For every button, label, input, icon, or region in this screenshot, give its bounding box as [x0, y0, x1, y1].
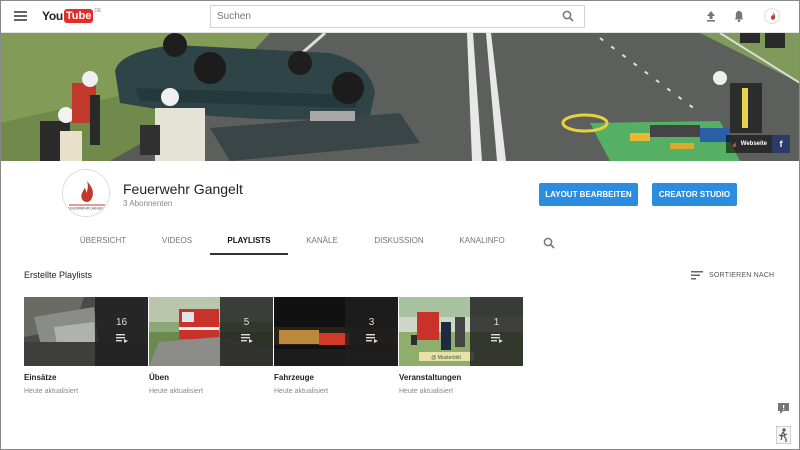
- video-count: 3: [368, 317, 375, 328]
- search-box: [210, 5, 585, 28]
- tab-playlists[interactable]: PLAYLISTS: [210, 229, 288, 255]
- svg-text:@ Musterbild: @ Musterbild: [431, 355, 461, 361]
- channel-logo-icon: FEUERWEHR GANGELT: [63, 170, 109, 216]
- channel-avatar[interactable]: FEUERWEHR GANGELT: [62, 169, 110, 217]
- playlists-section: Erstellte Playlists SORTIEREN NACH 16 Ei…: [0, 255, 800, 450]
- playlist-icon: [491, 334, 503, 343]
- channel-header: FEUERWEHR GANGELT Feuerwehr Gangelt 3 Ab…: [0, 161, 800, 255]
- video-count: 1: [493, 317, 500, 328]
- facebook-glyph: f: [779, 139, 783, 149]
- playlist-thumbnail[interactable]: 3: [274, 297, 398, 366]
- video-count: 5: [243, 317, 250, 328]
- banner-links: Webseite f: [725, 135, 790, 153]
- section-title: Erstellte Playlists: [24, 270, 93, 280]
- playlist-overlay: 5: [220, 297, 273, 366]
- layout-edit-button[interactable]: LAYOUT BEARBEITEN: [539, 183, 638, 206]
- playlist-overlay: 3: [345, 297, 398, 366]
- website-link-label: Webseite: [740, 141, 767, 147]
- playlist-title[interactable]: Veranstaltungen: [399, 373, 461, 382]
- tab-videos[interactable]: VIDEOS: [150, 229, 204, 255]
- playlist-title[interactable]: Einsätze: [24, 373, 56, 382]
- playlist-overlay: 16: [95, 297, 148, 366]
- playlist-thumbnail[interactable]: @ Musterbild 1: [399, 297, 523, 366]
- playlist-updated: Heute aktualisiert: [399, 388, 454, 395]
- logo-region: DE: [94, 8, 102, 14]
- banner-image: [0, 33, 800, 161]
- search-icon[interactable]: [562, 10, 574, 22]
- tab-kanalinfo[interactable]: KANALINFO: [450, 229, 514, 255]
- logo-text: You: [42, 9, 63, 23]
- creator-studio-button[interactable]: CREATOR STUDIO: [652, 183, 737, 206]
- playlist-updated: Heute aktualisiert: [149, 388, 204, 395]
- sort-button[interactable]: SORTIEREN NACH: [691, 268, 774, 282]
- menu-icon[interactable]: [14, 11, 27, 21]
- feedback-icon[interactable]: [777, 402, 790, 415]
- subscriber-count: 3 Abonnenten: [123, 199, 173, 208]
- playlist-icon: [366, 334, 378, 343]
- playlist-overlay: 1: [470, 297, 523, 366]
- playlist-thumbnail[interactable]: 16: [24, 297, 148, 366]
- video-count: 16: [115, 317, 128, 328]
- sort-label: SORTIEREN NACH: [709, 271, 775, 279]
- playlist-title[interactable]: Fahrzeuge: [274, 373, 314, 382]
- logo-tube: Tube: [63, 9, 94, 23]
- website-favicon-icon: [732, 140, 736, 147]
- channel-name[interactable]: Feuerwehr Gangelt: [123, 181, 243, 197]
- top-bar: You Tube DE: [0, 0, 800, 33]
- account-avatar[interactable]: [764, 8, 780, 24]
- channel-banner: Webseite f: [0, 33, 800, 161]
- search-input[interactable]: [211, 6, 551, 27]
- tab-diskussion[interactable]: DISKUSSION: [364, 229, 434, 255]
- tab-kanaele[interactable]: KANÄLE: [296, 229, 348, 255]
- bell-icon[interactable]: [732, 9, 746, 23]
- channel-tabs: ÜBERSICHT VIDEOS PLAYLISTS KANÄLE DISKUS…: [0, 229, 800, 255]
- website-link[interactable]: Webseite: [726, 135, 772, 153]
- playlist-icon: [241, 334, 253, 343]
- playlist-updated: Heute aktualisiert: [274, 388, 329, 395]
- playlist-title[interactable]: Üben: [149, 373, 169, 382]
- sort-icon: [691, 271, 703, 280]
- channel-search-icon[interactable]: [543, 236, 555, 249]
- playlist-updated: Heute aktualisiert: [24, 388, 79, 395]
- youtube-logo[interactable]: You Tube DE: [42, 8, 102, 23]
- facebook-icon[interactable]: f: [772, 135, 790, 153]
- playlist-thumbnail[interactable]: 5: [149, 297, 273, 366]
- exit-icon[interactable]: [775, 425, 792, 445]
- svg-text:FEUERWEHR GANGELT: FEUERWEHR GANGELT: [68, 207, 107, 211]
- upload-icon[interactable]: [704, 9, 718, 23]
- playlist-icon: [116, 334, 128, 343]
- tab-uebersicht[interactable]: ÜBERSICHT: [70, 229, 136, 255]
